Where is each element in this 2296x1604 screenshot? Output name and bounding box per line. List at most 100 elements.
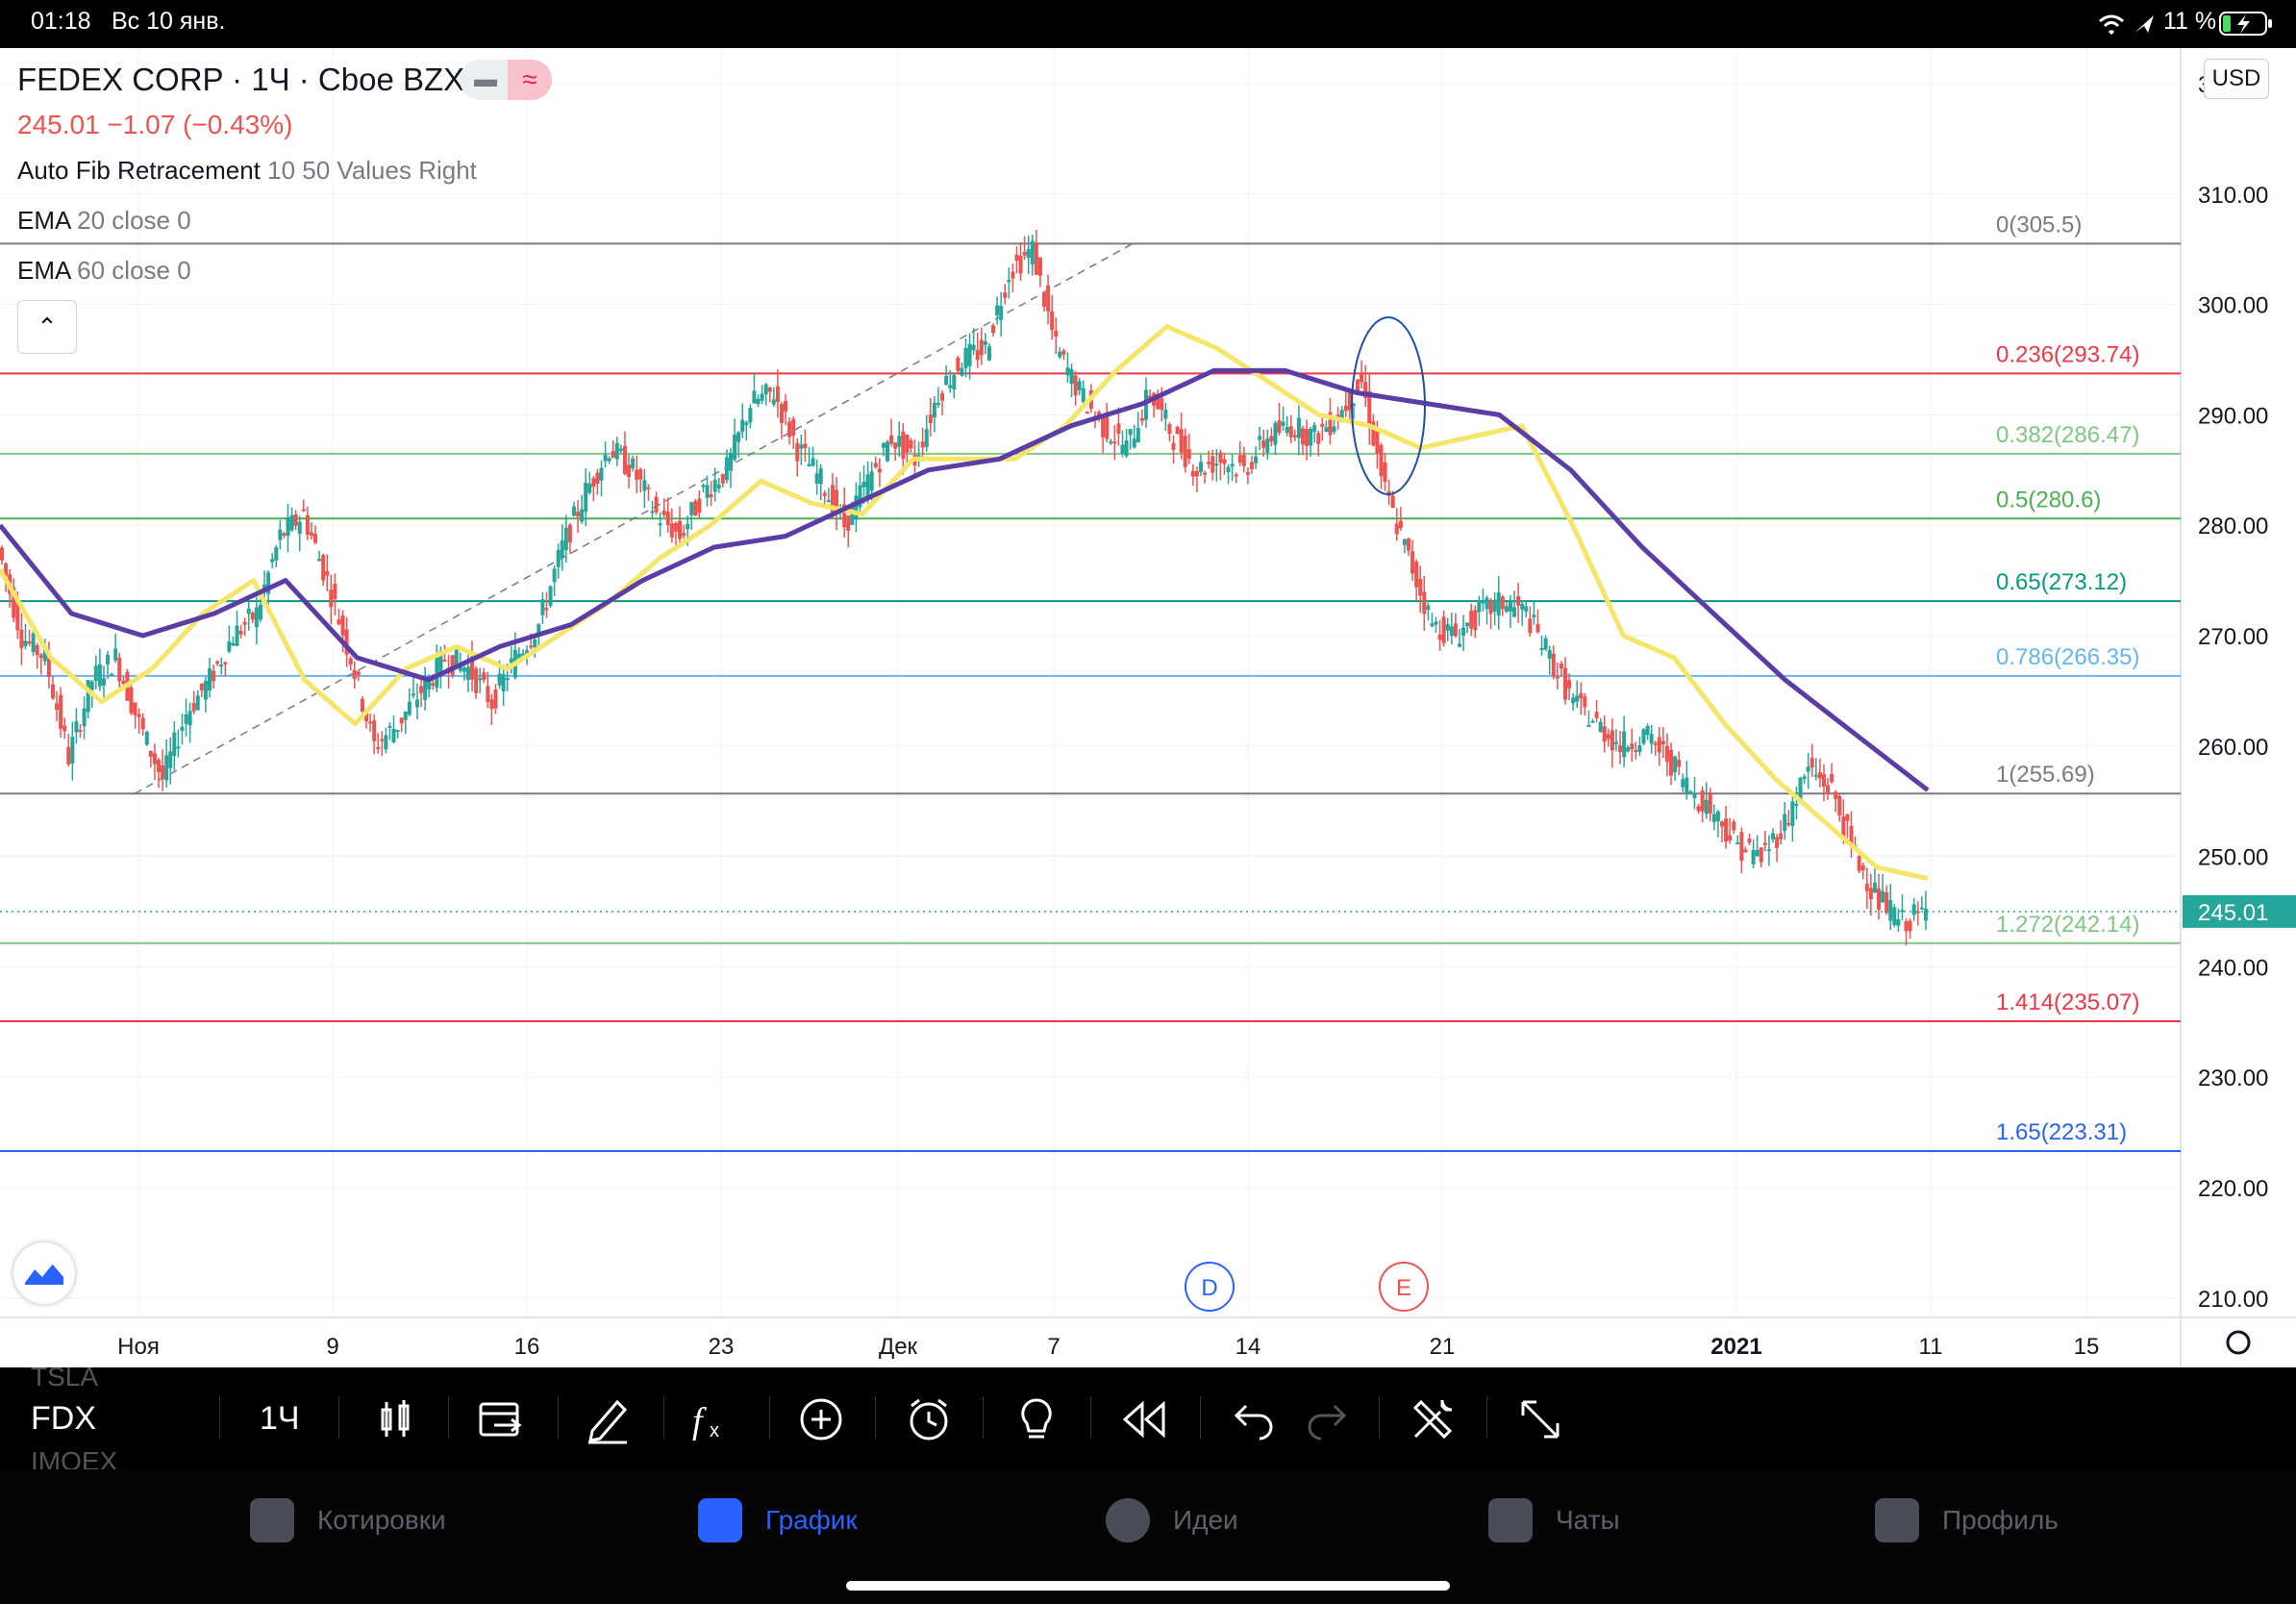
candle-body [1163, 409, 1168, 419]
candle-body [1649, 734, 1654, 744]
tools-icon[interactable] [1406, 1392, 1460, 1446]
timeframe-button[interactable]: 1Ч [260, 1400, 300, 1438]
lightbulb-icon[interactable] [1010, 1392, 1063, 1446]
profile-icon [1875, 1498, 1919, 1542]
chevron-up-icon[interactable]: ⌃ [17, 300, 77, 354]
candle-body [1735, 842, 1740, 845]
candle-body [289, 514, 294, 531]
currency-button[interactable]: USD [2204, 59, 2269, 99]
candle-body [1904, 921, 1909, 932]
x-tick-label: 11 [1919, 1334, 1943, 1360]
nav-chats[interactable]: Чаты [1488, 1496, 1681, 1544]
alarm-clock-icon[interactable] [902, 1392, 956, 1446]
candle-body [591, 478, 596, 488]
candle-body [1018, 256, 1023, 274]
candle-body [1037, 257, 1042, 276]
candle-body [1516, 596, 1521, 606]
candle-body [376, 746, 381, 750]
candle-body [164, 755, 169, 781]
candle-body [1677, 760, 1682, 767]
fib-level-label: 0.65(273.12) [1996, 569, 2127, 595]
nav-chart[interactable]: График [698, 1496, 890, 1544]
candle-body [1061, 350, 1066, 355]
draw-pen-icon[interactable] [581, 1392, 635, 1446]
candle-body [235, 625, 239, 646]
candle-body [885, 441, 889, 462]
candle-body [1766, 849, 1771, 852]
candle-body [340, 614, 345, 636]
candle-body [329, 589, 334, 608]
candle-body [1245, 472, 1250, 475]
candle-body [975, 349, 980, 361]
candle-body [278, 529, 283, 540]
candle-body [756, 398, 761, 405]
candle-body [380, 739, 385, 741]
status-bar: 01:18 Вс 10 янв. 11 % [0, 0, 2296, 48]
candle-body [889, 435, 894, 444]
legend-ema20[interactable]: EMA 20 close 0 [17, 206, 191, 236]
indicators-fx-icon[interactable]: fx [685, 1392, 738, 1446]
candle-body [846, 515, 851, 531]
y-tick-label: 290.00 [2198, 403, 2268, 429]
candle-body [1218, 452, 1223, 464]
tradingview-logo-icon[interactable] [13, 1242, 75, 1304]
candle-body [1543, 638, 1548, 650]
candle-body [1685, 777, 1689, 793]
undo-icon[interactable] [1227, 1392, 1281, 1446]
candle-body [23, 640, 28, 646]
candle-body [936, 402, 940, 405]
divider [558, 1396, 559, 1439]
price-chart[interactable]: 320.00310.00300.00290.00280.00270.00260.… [0, 48, 2296, 1367]
candle-body [1324, 427, 1329, 432]
legend-ema60[interactable]: EMA 60 close 0 [17, 256, 191, 286]
candle-body [55, 703, 60, 711]
fib-level-label: 1(255.69) [1996, 762, 2095, 788]
candle-body [1532, 614, 1536, 618]
wave-icon[interactable]: ≈ [508, 60, 552, 100]
nav-quotes[interactable]: Котировки [250, 1496, 500, 1544]
candle-body [1794, 803, 1799, 806]
candle-body [1426, 605, 1431, 611]
candle-body [580, 509, 585, 522]
candle-body [1528, 618, 1533, 634]
candle-body [274, 547, 279, 561]
candle-body [403, 711, 408, 720]
fullscreen-icon[interactable] [1513, 1392, 1567, 1446]
candle-body [661, 510, 666, 515]
candle-body [1254, 456, 1259, 464]
calendar-icon[interactable] [473, 1392, 527, 1446]
candle-body [184, 714, 188, 724]
candle-body [35, 645, 39, 656]
candle-body [1728, 835, 1733, 841]
candle-body [709, 494, 713, 498]
candle-body [1120, 444, 1125, 454]
nav-profile[interactable]: Профиль [1875, 1496, 2106, 1544]
candle-body [971, 344, 976, 351]
divider [769, 1396, 770, 1439]
candle-body [1821, 774, 1826, 788]
candles-icon[interactable] [369, 1392, 423, 1446]
symbol-button[interactable]: FDX [31, 1400, 96, 1438]
chart-mode-toggle[interactable]: ▬ ≈ [460, 60, 552, 100]
candle-body [1923, 908, 1928, 921]
x-tick-label: 7 [1047, 1334, 1060, 1360]
chart-canvas[interactable]: 320.00310.00300.00290.00280.00270.00260.… [0, 48, 2296, 1367]
candle-body [1469, 611, 1474, 629]
candle-body [38, 654, 43, 659]
nav-ideas[interactable]: Идеи [1106, 1496, 1298, 1544]
legend-fib[interactable]: Auto Fib Retracement 10 50 Values Right [17, 156, 477, 186]
redo-icon[interactable] [1300, 1392, 1354, 1446]
candle-body [1481, 601, 1485, 604]
candle-body [0, 547, 4, 561]
candle-body [909, 439, 913, 449]
replay-rewind-icon[interactable] [1117, 1392, 1171, 1446]
add-circle-icon[interactable] [794, 1392, 848, 1446]
minus-icon[interactable]: ▬ [471, 65, 500, 94]
symbol-title[interactable]: FEDEX CORP · 1Ч · Cboe BZX [17, 62, 464, 98]
prev-symbol[interactable]: TSLA [31, 1362, 98, 1392]
candle-body [414, 699, 419, 708]
candle-body [1418, 578, 1423, 596]
candle-body [1539, 647, 1544, 650]
candle-body [760, 393, 764, 401]
candle-body [1343, 405, 1348, 412]
